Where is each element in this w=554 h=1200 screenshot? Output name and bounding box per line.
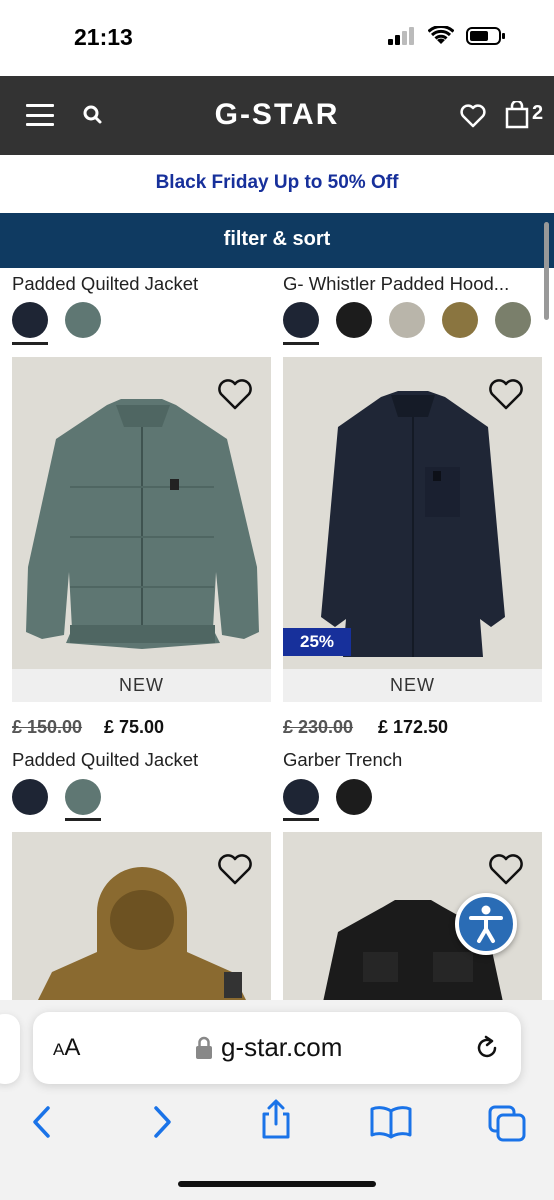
bag-count[interactable]: 2 [532,102,543,125]
selected-swatch-indicator [283,818,319,821]
accessibility-icon [469,905,503,943]
scrollbar[interactable] [544,222,549,320]
color-swatch-stone[interactable] [389,302,425,338]
product-image[interactable]: 25% NEW [283,357,542,702]
wishlist-heart-icon[interactable] [488,854,524,886]
color-swatch-olive[interactable] [442,302,478,338]
product-title[interactable]: G- Whistler Padded Hood... [283,273,541,295]
share-icon[interactable] [258,1098,294,1140]
color-swatch-khaki[interactable] [495,302,531,338]
selected-swatch-indicator [12,342,48,345]
selected-swatch-indicator [65,818,101,821]
color-swatch-black[interactable] [336,302,372,338]
signal-icon [388,27,414,45]
new-tag: NEW [283,669,542,702]
wishlist-heart-icon[interactable] [488,379,524,411]
browser-toolbar: AA g-star.com [0,1000,554,1200]
original-price: £ 150.00 [12,717,83,737]
url-text: g-star.com [221,1032,343,1062]
shopping-bag-icon[interactable] [505,101,529,129]
discount-badge: 25% [283,628,351,656]
battery-icon [466,27,505,45]
hamburger-menu-icon[interactable] [26,104,54,126]
logo: G-STAR [214,98,340,131]
product-title[interactable]: Padded Quilted Jacket [12,749,270,771]
wishlist-heart-icon[interactable] [460,104,486,128]
logo-link[interactable]: G-STAR [196,96,358,132]
back-icon[interactable] [30,1104,54,1140]
wifi-icon [428,26,454,44]
site-header: G-STAR 2 [0,76,554,155]
bookmarks-icon[interactable] [369,1104,413,1140]
forward-icon[interactable] [150,1104,174,1140]
product-title[interactable]: Garber Trench [283,749,541,771]
previous-tab[interactable] [0,1014,20,1084]
search-icon[interactable] [82,104,104,126]
color-swatch-navy[interactable] [12,779,48,815]
color-swatch-navy[interactable] [283,779,319,815]
color-swatch-slate[interactable] [65,302,101,338]
address-bar[interactable]: AA g-star.com [33,1012,521,1084]
selected-swatch-indicator [283,342,319,345]
color-swatch-black[interactable] [336,779,372,815]
new-tag: NEW [12,669,271,702]
product-image[interactable]: NEW [12,357,271,702]
promo-text: Black Friday Up to 50% Off [155,172,399,193]
wishlist-heart-icon[interactable] [217,379,253,411]
product-image[interactable] [12,832,271,1002]
lock-icon [196,1036,212,1059]
status-icons [388,26,506,46]
status-time: 21:13 [74,24,133,50]
product-title[interactable]: Padded Quilted Jacket [12,273,270,295]
color-swatch-navy[interactable] [12,302,48,338]
color-swatch-slate[interactable] [65,779,101,815]
promo-banner[interactable]: Black Friday Up to 50% Off [0,155,554,213]
color-swatch-navy[interactable] [283,302,319,338]
wishlist-heart-icon[interactable] [217,854,253,886]
tabs-icon[interactable] [487,1104,527,1142]
home-indicator [178,1181,376,1187]
reader-settings-button[interactable]: AA [53,1034,80,1062]
status-bar: 21:13 [0,0,554,76]
sale-price: £ 172.50 [378,717,449,737]
filter-sort-button[interactable]: filter & sort [0,213,554,268]
original-price: £ 230.00 [283,717,354,737]
reload-icon[interactable] [473,1034,501,1062]
filter-sort-label: filter & sort [223,228,331,250]
sale-price: £ 75.00 [104,717,165,737]
accessibility-button[interactable] [455,893,517,955]
